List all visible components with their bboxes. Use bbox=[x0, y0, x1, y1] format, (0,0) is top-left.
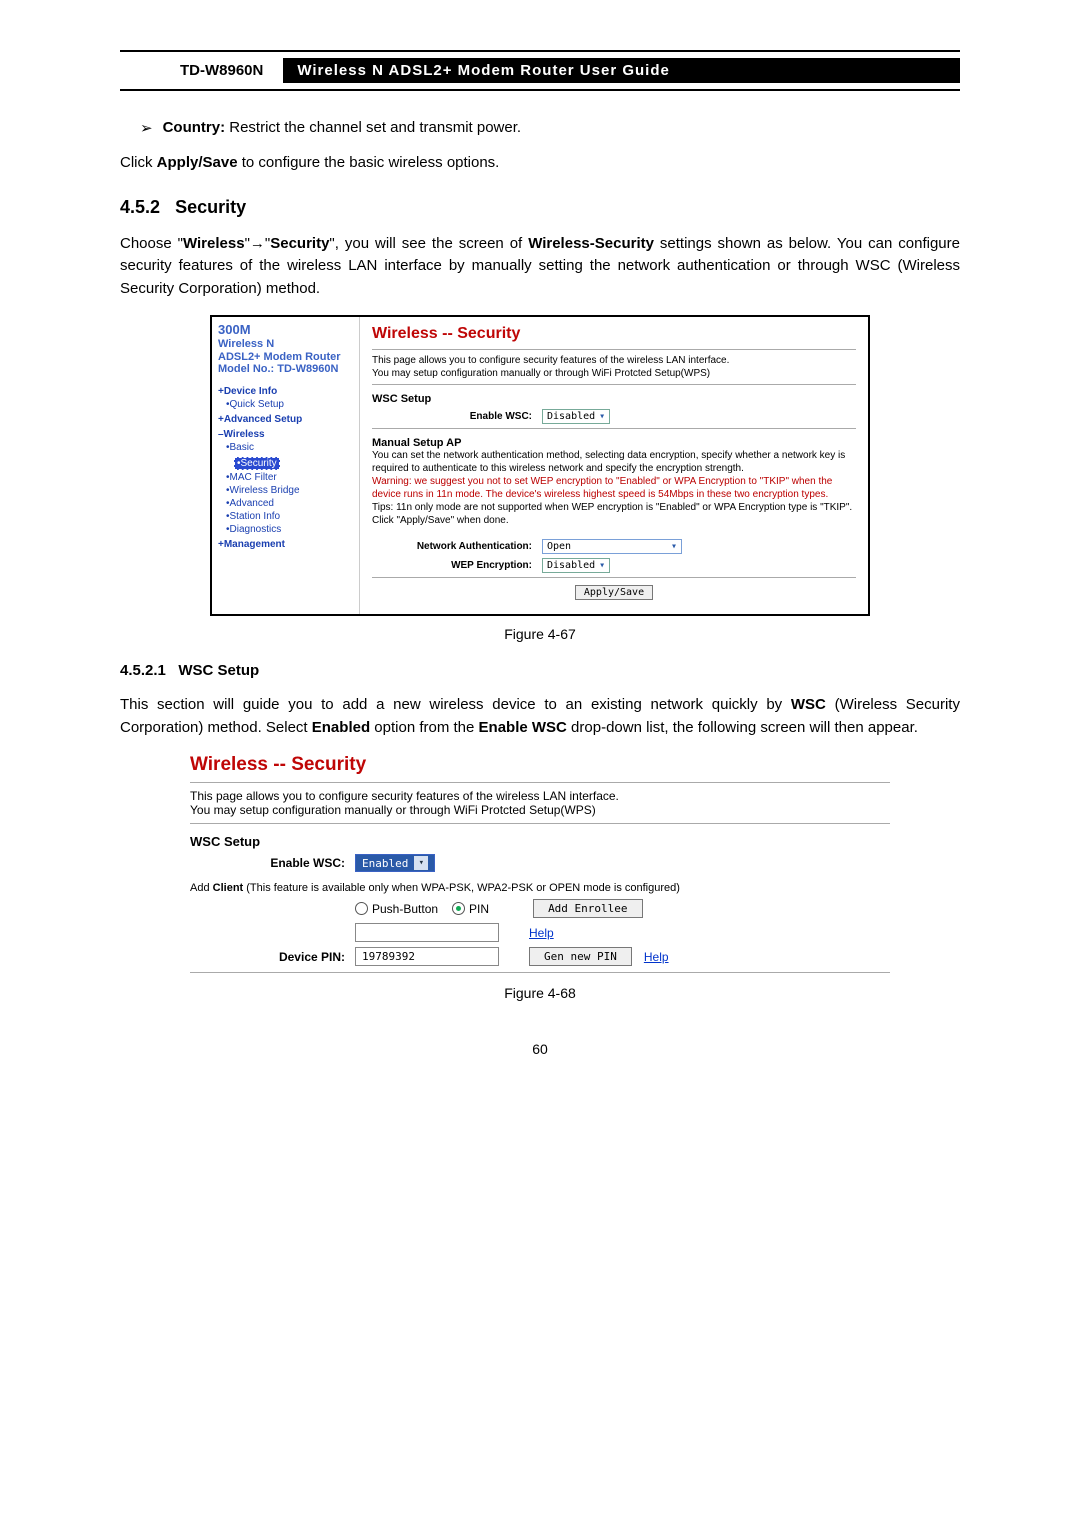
brand-adsl: ADSL2+ Modem Router bbox=[218, 351, 353, 364]
sidebar-item-wireless-bridge[interactable]: •Wireless Bridge bbox=[226, 485, 353, 496]
push-button-radio[interactable]: Push-Button bbox=[355, 902, 438, 916]
manual-tip: Tips: 11n only mode are not supported wh… bbox=[372, 501, 856, 514]
chevron-down-icon: ▾ bbox=[599, 411, 605, 422]
figure-4-68-screenshot: Wireless -- Security This page allows yo… bbox=[190, 754, 890, 973]
country-label: Country: bbox=[163, 119, 226, 136]
model-label: TD-W8960N bbox=[180, 62, 263, 79]
sidebar-item-quick-setup[interactable]: •Quick Setup bbox=[226, 399, 353, 410]
page-number: 60 bbox=[120, 1041, 960, 1057]
sidebar-item-advanced-setup[interactable]: +Advanced Setup bbox=[218, 414, 353, 425]
subsection-number: 4.5.2.1 bbox=[120, 662, 166, 679]
help-link-1[interactable]: Help bbox=[529, 926, 554, 940]
enable-wsc-select[interactable]: Disabled▾ bbox=[542, 409, 610, 424]
help-link-2[interactable]: Help bbox=[644, 950, 669, 964]
doc-title: Wireless N ADSL2+ Modem Router User Guid… bbox=[283, 58, 960, 83]
subsection-title: WSC Setup bbox=[178, 662, 259, 679]
manual-desc: You can set the network authentication m… bbox=[372, 449, 856, 475]
country-bullet: ➢ Country: Restrict the channel set and … bbox=[140, 119, 960, 137]
enable-wsc-label: Enable WSC: bbox=[372, 411, 542, 422]
security-intro: Choose "Wireless"→"Security", you will s… bbox=[120, 233, 960, 301]
add-enrollee-button[interactable]: Add Enrollee bbox=[533, 899, 642, 918]
radio-unchecked-icon bbox=[355, 902, 368, 915]
sidebar-item-diagnostics[interactable]: •Diagnostics bbox=[226, 524, 353, 535]
chevron-down-icon: ▾ bbox=[671, 541, 677, 552]
brand-model: Model No.: TD-W8960N bbox=[218, 363, 353, 376]
radio-checked-icon bbox=[452, 902, 465, 915]
wsc-setup-heading: WSC Setup bbox=[372, 393, 856, 405]
page-header: TD-W8960N Wireless N ADSL2+ Modem Router… bbox=[120, 50, 960, 91]
wsc-intro: This section will guide you to add a new… bbox=[120, 694, 960, 739]
network-auth-select[interactable]: Open▾ bbox=[542, 539, 682, 554]
bullet-arrow-icon: ➢ bbox=[140, 119, 153, 137]
section-title: Security bbox=[175, 197, 246, 217]
panel2-desc-2: You may setup configuration manually or … bbox=[190, 803, 890, 817]
figure-4-67-caption: Figure 4-67 bbox=[120, 626, 960, 642]
wsc-setup-heading-2: WSC Setup bbox=[190, 834, 890, 849]
panel-title: Wireless -- Security bbox=[372, 325, 856, 343]
apply-save-button[interactable]: Apply/Save bbox=[575, 585, 653, 600]
brand-wireless-n: Wireless N bbox=[218, 338, 353, 351]
chevron-down-icon: ▾ bbox=[599, 560, 605, 571]
device-pin-label: Device PIN: bbox=[190, 950, 355, 964]
section-number: 4.5.2 bbox=[120, 197, 160, 217]
figure-4-67-screenshot: 300M Wireless N ADSL2+ Modem Router Mode… bbox=[210, 315, 870, 616]
network-auth-label: Network Authentication: bbox=[372, 541, 542, 552]
sidebar-item-mac-filter[interactable]: •MAC Filter bbox=[226, 472, 353, 483]
figure-4-68-caption: Figure 4-68 bbox=[120, 985, 960, 1001]
sidebar-item-basic[interactable]: •Basic bbox=[226, 442, 353, 453]
manual-click: Click "Apply/Save" when done. bbox=[372, 514, 856, 527]
panel-desc-1: This page allows you to configure securi… bbox=[372, 354, 856, 367]
sidebar: 300M Wireless N ADSL2+ Modem Router Mode… bbox=[212, 317, 360, 614]
enable-wsc-select-2[interactable]: Enabled ▾ bbox=[355, 854, 435, 872]
wep-encryption-label: WEP Encryption: bbox=[372, 560, 542, 571]
add-client-note: Add Client (This feature is available on… bbox=[190, 882, 890, 894]
chevron-down-icon: ▾ bbox=[414, 856, 428, 870]
enable-wsc-label-2: Enable WSC: bbox=[190, 856, 355, 870]
wep-encryption-select[interactable]: Disabled▾ bbox=[542, 558, 610, 573]
enrollee-input[interactable] bbox=[355, 923, 499, 942]
country-text: Restrict the channel set and transmit po… bbox=[229, 119, 521, 136]
sidebar-item-device-info[interactable]: +Device Info bbox=[218, 386, 353, 397]
pin-radio[interactable]: PIN bbox=[452, 902, 489, 916]
sidebar-item-security[interactable]: •Security bbox=[226, 455, 353, 470]
panel2-title: Wireless -- Security bbox=[190, 754, 890, 776]
manual-warning: Warning: we suggest you not to set WEP e… bbox=[372, 475, 856, 501]
panel2-desc-1: This page allows you to configure securi… bbox=[190, 789, 890, 803]
brand-300m: 300M bbox=[218, 323, 353, 338]
panel-desc-2: You may setup configuration manually or … bbox=[372, 367, 856, 380]
sidebar-item-advanced[interactable]: •Advanced bbox=[226, 498, 353, 509]
sidebar-item-wireless[interactable]: –Wireless bbox=[218, 429, 353, 440]
gen-new-pin-button[interactable]: Gen new PIN bbox=[529, 947, 632, 966]
sidebar-item-management[interactable]: +Management bbox=[218, 539, 353, 550]
apply-save-paragraph: Click Apply/Save to configure the basic … bbox=[120, 152, 960, 175]
sidebar-item-station-info[interactable]: •Station Info bbox=[226, 511, 353, 522]
manual-setup-heading: Manual Setup AP bbox=[372, 437, 856, 449]
device-pin-input[interactable]: 19789392 bbox=[355, 947, 499, 966]
